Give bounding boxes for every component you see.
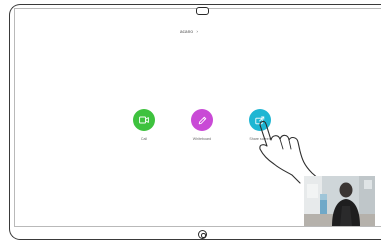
touch-device-screen: acano › Call Whiteboard Share screen bbox=[0, 0, 381, 244]
video-camera-icon bbox=[139, 116, 149, 124]
device-name-header[interactable]: acano › bbox=[180, 29, 198, 34]
whiteboard-button[interactable] bbox=[191, 109, 213, 131]
self-view[interactable] bbox=[304, 176, 375, 226]
pencil-icon bbox=[198, 116, 206, 124]
home-button[interactable] bbox=[198, 230, 207, 239]
self-view-video bbox=[304, 176, 375, 226]
call-button[interactable] bbox=[133, 109, 155, 131]
whiteboard-label: Whiteboard bbox=[192, 137, 212, 141]
whiteboard-action[interactable]: Whiteboard bbox=[187, 109, 217, 141]
camera-icon bbox=[196, 7, 209, 15]
chevron-right-icon: › bbox=[196, 29, 199, 34]
call-action[interactable]: Call bbox=[129, 109, 159, 141]
call-label: Call bbox=[140, 137, 148, 141]
device-name-label: acano bbox=[180, 29, 194, 34]
